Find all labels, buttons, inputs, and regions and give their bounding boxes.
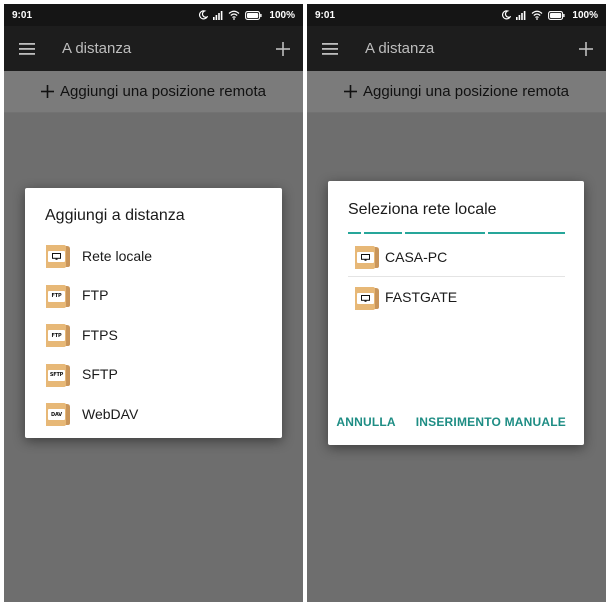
option-label: WebDAV bbox=[82, 405, 139, 422]
network-item-casa-pc[interactable]: CASA-PC bbox=[348, 237, 565, 277]
folder-icon: DAV bbox=[45, 400, 72, 427]
sftp-tag: SFTP bbox=[48, 369, 65, 381]
moon-icon bbox=[501, 10, 512, 20]
moon-icon bbox=[198, 10, 209, 20]
option-label: SFTP bbox=[82, 366, 118, 383]
add-remote-location-button[interactable]: Aggiungi una posizione remota bbox=[4, 71, 303, 113]
wifi-icon bbox=[531, 10, 543, 20]
screen-add-remote: 9:01 100% A distanza Aggiungi una posizi… bbox=[4, 4, 303, 602]
option-label: FTPS bbox=[82, 326, 118, 343]
folder-icon bbox=[354, 284, 381, 311]
option-ftp[interactable]: FTP FTP bbox=[45, 276, 265, 316]
battery-icon bbox=[245, 10, 263, 20]
page-title: A distanza bbox=[62, 40, 132, 57]
manual-entry-button[interactable]: INSERIMENTO MANUALE bbox=[416, 415, 566, 429]
folder-icon bbox=[354, 243, 381, 270]
folder-icon bbox=[45, 242, 72, 269]
select-local-network-dialog: Seleziona rete locale CASA-PC FASTGATE A… bbox=[328, 181, 584, 445]
remote-type-list: Rete locale FTP FTP FTP FTPS SFTP SFTP D… bbox=[45, 236, 265, 434]
monitor-icon bbox=[357, 292, 374, 304]
battery-percent: 100% bbox=[572, 9, 598, 21]
battery-icon bbox=[548, 10, 566, 20]
folder-icon: FTP bbox=[45, 321, 72, 348]
local-network-list: CASA-PC FASTGATE bbox=[348, 237, 565, 317]
network-item-fastgate[interactable]: FASTGATE bbox=[348, 277, 565, 317]
option-webdav[interactable]: DAV WebDAV bbox=[45, 394, 265, 434]
app-bar: A distanza bbox=[307, 26, 606, 71]
page-title: A distanza bbox=[365, 40, 435, 57]
ftp-tag: FTP bbox=[48, 290, 65, 302]
plus-icon bbox=[41, 85, 54, 98]
dialog-title: Aggiungi a distanza bbox=[45, 207, 185, 224]
plus-icon bbox=[344, 85, 357, 98]
cancel-button[interactable]: ANNULLA bbox=[336, 415, 395, 429]
network-label: FASTGATE bbox=[385, 289, 458, 305]
status-time: 9:01 bbox=[315, 9, 336, 21]
option-label: FTP bbox=[82, 287, 109, 304]
add-remote-label: Aggiungi una posizione remota bbox=[363, 83, 569, 100]
app-bar: A distanza bbox=[4, 26, 303, 71]
status-bar: 9:01 100% bbox=[307, 4, 606, 26]
folder-icon: FTP bbox=[45, 282, 72, 309]
status-bar: 9:01 100% bbox=[4, 4, 303, 26]
monitor-icon bbox=[48, 251, 65, 263]
plus-icon[interactable] bbox=[263, 26, 303, 71]
dialog-title: Seleziona rete locale bbox=[348, 201, 497, 218]
signal-icon bbox=[213, 10, 223, 20]
screen-select-local-network: 9:01 100% A distanza Aggiungi una posizi… bbox=[307, 4, 606, 602]
option-sftp[interactable]: SFTP SFTP bbox=[45, 355, 265, 395]
ftps-tag: FTP bbox=[48, 330, 65, 342]
battery-percent: 100% bbox=[269, 9, 295, 21]
add-remote-label: Aggiungi una posizione remota bbox=[60, 83, 266, 100]
status-time: 9:01 bbox=[12, 9, 33, 21]
dialog-actions: ANNULLA INSERIMENTO MANUALE bbox=[336, 415, 566, 429]
monitor-icon bbox=[357, 252, 374, 263]
wifi-icon bbox=[228, 10, 240, 20]
dav-tag: DAV bbox=[48, 409, 65, 421]
hamburger-menu-icon[interactable] bbox=[307, 26, 353, 71]
scan-progress-indicator bbox=[348, 232, 565, 234]
hamburger-menu-icon[interactable] bbox=[4, 26, 50, 71]
add-remote-dialog: Aggiungi a distanza Rete locale FTP FTP bbox=[25, 188, 282, 438]
option-local-network[interactable]: Rete locale bbox=[45, 236, 265, 276]
option-ftps[interactable]: FTP FTPS bbox=[45, 315, 265, 355]
option-label: Rete locale bbox=[82, 247, 153, 264]
plus-icon[interactable] bbox=[566, 26, 606, 71]
network-label: CASA-PC bbox=[385, 248, 448, 265]
signal-icon bbox=[516, 10, 526, 20]
folder-icon: SFTP bbox=[45, 361, 72, 388]
add-remote-location-button[interactable]: Aggiungi una posizione remota bbox=[307, 71, 606, 113]
